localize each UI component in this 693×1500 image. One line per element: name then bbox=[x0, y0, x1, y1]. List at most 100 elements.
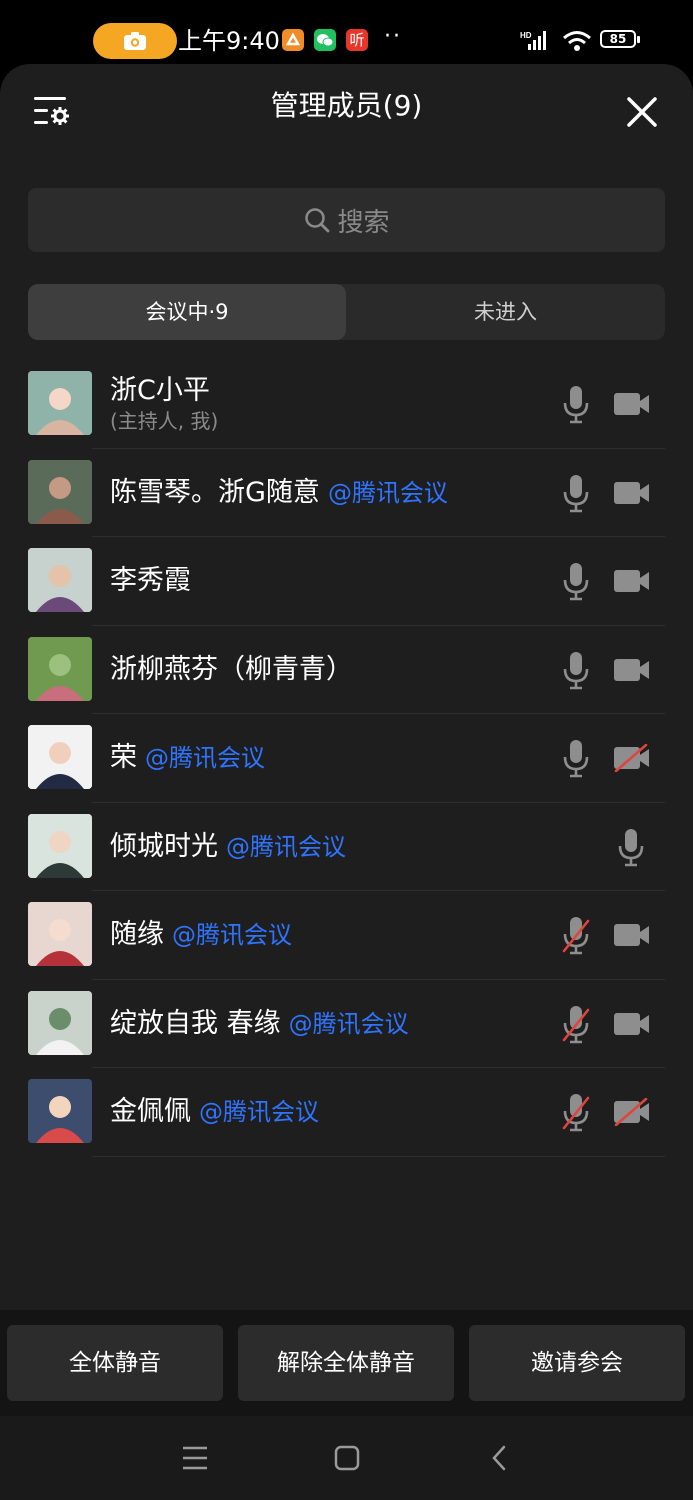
participant-info: 绽放自我 春缘 @腾讯会议 bbox=[110, 980, 409, 1068]
status-bar: 上午9:40 听 ·· HD 85 bbox=[0, 0, 693, 64]
participant-info: 李秀霞 bbox=[110, 537, 191, 625]
participant-name: 金佩佩 bbox=[110, 1096, 191, 1127]
invite-button[interactable]: 邀请参会 bbox=[469, 1325, 685, 1401]
avatar-photo bbox=[28, 1079, 92, 1143]
external-tag: @腾讯会议 bbox=[145, 744, 265, 772]
avatar bbox=[28, 459, 92, 524]
participant-row[interactable]: 荣 @腾讯会议 bbox=[0, 714, 693, 803]
participant-row[interactable]: 倾城时光 @腾讯会议 bbox=[0, 803, 693, 891]
participant-row[interactable]: 浙柳燕芬（柳青青） bbox=[0, 626, 693, 714]
row-divider bbox=[92, 1155, 665, 1157]
avatar bbox=[28, 371, 92, 435]
participant-row[interactable]: 绽放自我 春缘 @腾讯会议 bbox=[0, 980, 693, 1068]
participant-name: 浙C小平 bbox=[110, 375, 210, 406]
signal-icon: HD bbox=[520, 30, 552, 54]
microphone-muted-icon[interactable] bbox=[562, 1004, 590, 1044]
microphone-icon[interactable] bbox=[562, 473, 590, 513]
microphone-icon[interactable] bbox=[617, 827, 645, 867]
video-camera-icon[interactable] bbox=[612, 390, 652, 418]
microphone-icon[interactable] bbox=[562, 561, 590, 601]
external-tag: @腾讯会议 bbox=[288, 1009, 409, 1038]
panel-header: 管理成员(9) bbox=[0, 64, 693, 154]
avatar bbox=[28, 813, 92, 878]
tab-not-joined[interactable]: 未进入 bbox=[346, 284, 665, 340]
video-camera-icon[interactable] bbox=[612, 656, 652, 684]
avatar bbox=[28, 1079, 92, 1143]
wechat-icon bbox=[314, 29, 336, 51]
participant-name: 倾城时光 bbox=[110, 830, 218, 862]
participant-row[interactable]: 浙C小平 (主持人, 我) bbox=[0, 360, 693, 449]
avatar-photo bbox=[28, 813, 92, 878]
video-camera-icon[interactable] bbox=[612, 1010, 652, 1038]
wifi-icon bbox=[562, 30, 592, 56]
footer-actions: 全体静音 解除全体静音 邀请参会 bbox=[0, 1310, 693, 1416]
external-tag: @腾讯会议 bbox=[199, 1098, 319, 1126]
mute-all-button[interactable]: 全体静音 bbox=[7, 1325, 223, 1401]
svg-text:HD: HD bbox=[520, 31, 532, 40]
external-tag: @腾讯会议 bbox=[226, 832, 346, 861]
member-tabs: 会议中·9 未进入 bbox=[28, 284, 665, 340]
manage-members-panel: 管理成员(9) 搜索 会议中·9 未进入 浙C小平 (主持人, 我) 陈雪琴。浙… bbox=[0, 64, 693, 1500]
participant-info: 浙柳燕芬（柳青青） bbox=[110, 626, 353, 714]
microphone-muted-icon[interactable] bbox=[562, 915, 590, 955]
participant-row[interactable]: 随缘 @腾讯会议 bbox=[0, 891, 693, 980]
avatar-photo bbox=[28, 371, 92, 435]
avatar-photo bbox=[28, 548, 92, 612]
microphone-icon[interactable] bbox=[562, 384, 590, 424]
more-notifications-dots: ·· bbox=[384, 24, 402, 49]
participant-info: 荣 @腾讯会议 bbox=[110, 714, 265, 802]
participant-name: 绽放自我 春缘 bbox=[110, 1007, 281, 1039]
panel-title: 管理成员(9) bbox=[270, 89, 423, 122]
avatar bbox=[28, 636, 92, 701]
participant-info: 金佩佩 @腾讯会议 bbox=[110, 1068, 319, 1156]
xiaomi-app-icon bbox=[282, 29, 304, 51]
close-icon bbox=[627, 97, 657, 127]
microphone-muted-icon[interactable] bbox=[562, 1092, 590, 1132]
battery-level: 85 bbox=[609, 32, 627, 46]
system-nav-bar bbox=[0, 1416, 693, 1500]
participant-name: 李秀霞 bbox=[110, 565, 191, 596]
external-tag: @腾讯会议 bbox=[327, 478, 448, 507]
video-camera-off-icon[interactable] bbox=[612, 1098, 652, 1126]
external-tag: @腾讯会议 bbox=[172, 921, 292, 949]
participant-row[interactable]: 陈雪琴。浙G随意 @腾讯会议 bbox=[0, 449, 693, 537]
participant-name: 随缘 bbox=[110, 919, 164, 950]
participant-info: 随缘 @腾讯会议 bbox=[110, 891, 292, 979]
participant-name: 陈雪琴。浙G随意 bbox=[110, 476, 320, 508]
status-time: 上午9:40 bbox=[178, 27, 280, 55]
video-camera-icon[interactable] bbox=[612, 567, 652, 595]
avatar bbox=[28, 902, 92, 966]
avatar-photo bbox=[28, 990, 92, 1055]
camera-recording-icon bbox=[124, 32, 146, 50]
search-placeholder: 搜索 bbox=[337, 207, 390, 238]
video-camera-icon[interactable] bbox=[612, 921, 652, 949]
participant-info: 陈雪琴。浙G随意 @腾讯会议 bbox=[110, 449, 448, 537]
back-nav-icon[interactable] bbox=[486, 1444, 514, 1472]
avatar-photo bbox=[28, 902, 92, 966]
video-camera-icon[interactable] bbox=[612, 479, 652, 507]
participant-row[interactable]: 金佩佩 @腾讯会议 bbox=[0, 1068, 693, 1157]
home-nav-icon[interactable] bbox=[333, 1444, 361, 1472]
video-camera-off-icon[interactable] bbox=[612, 744, 652, 772]
battery-icon: 85 bbox=[600, 30, 640, 48]
tab-in-meeting[interactable]: 会议中·9 bbox=[28, 284, 346, 340]
close-button[interactable] bbox=[622, 92, 662, 132]
avatar-photo bbox=[28, 459, 92, 524]
menu-nav-icon[interactable] bbox=[181, 1444, 209, 1472]
search-icon bbox=[305, 208, 330, 233]
search-input[interactable]: 搜索 bbox=[28, 188, 665, 252]
avatar bbox=[28, 725, 92, 789]
participant-row[interactable]: 李秀霞 bbox=[0, 537, 693, 626]
participant-info: 倾城时光 @腾讯会议 bbox=[110, 803, 346, 891]
microphone-icon[interactable] bbox=[562, 738, 590, 778]
avatar bbox=[28, 990, 92, 1055]
screen-recording-indicator[interactable] bbox=[93, 23, 177, 59]
avatar bbox=[28, 548, 92, 612]
participant-list: 浙C小平 (主持人, 我) 陈雪琴。浙G随意 @腾讯会议 李秀霞 浙柳燕芬（柳青… bbox=[0, 360, 693, 1157]
participant-name: 浙柳燕芬（柳青青） bbox=[110, 653, 353, 685]
participant-name: 荣 bbox=[110, 742, 137, 773]
microphone-icon[interactable] bbox=[562, 650, 590, 690]
unmute-all-button[interactable]: 解除全体静音 bbox=[238, 1325, 454, 1401]
ting-app-icon: 听 bbox=[346, 29, 368, 51]
avatar-photo bbox=[28, 725, 92, 789]
